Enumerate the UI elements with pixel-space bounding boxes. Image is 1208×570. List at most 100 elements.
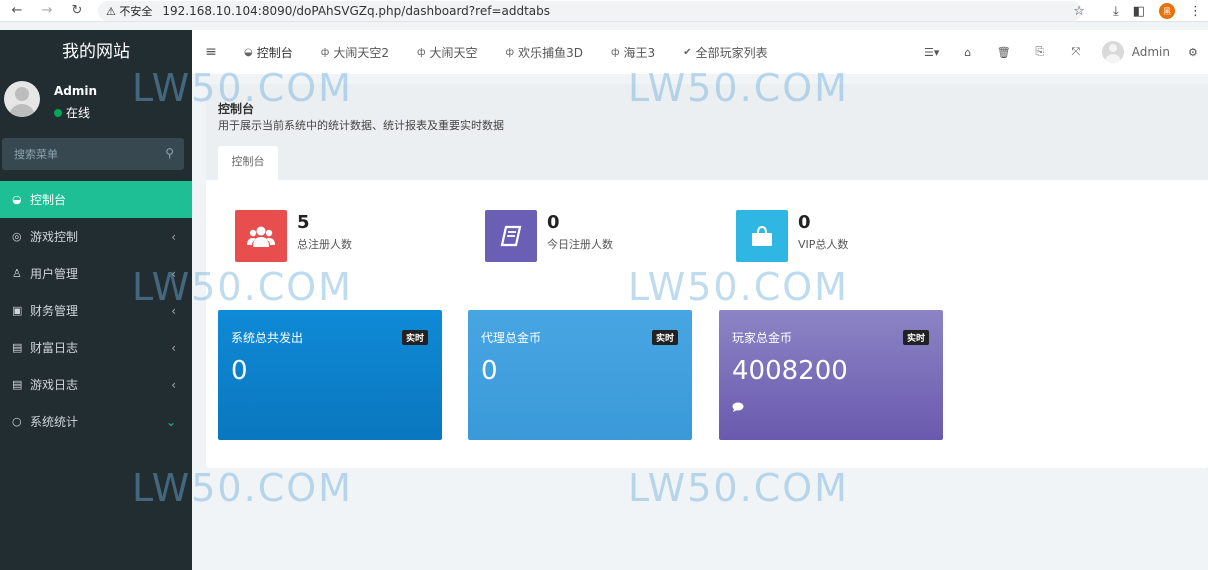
card-value: 0 (481, 356, 498, 386)
chevron-left-icon: ‹ (171, 377, 176, 392)
trash-icon[interactable]: 🗑 (986, 46, 1022, 59)
panel-tab-dashboard[interactable]: 控制台 (218, 146, 278, 180)
shopping-bag-icon (736, 210, 788, 262)
download-icon[interactable]: ⤓ (1113, 4, 1119, 19)
watermark: LW50.COM (628, 466, 849, 510)
card-player-coins: 玩家总金币 实时 4008200 (719, 310, 943, 440)
sidebar-item-game-log[interactable]: ▤ 游戏日志 ‹ (0, 366, 192, 403)
watermark: LW50.COM (132, 66, 353, 110)
tab-game-2[interactable]: ф 大闹天空 (403, 30, 492, 74)
tab-label: 海王3 (623, 45, 656, 60)
watermark: LW50.COM (132, 466, 353, 510)
sidebar-item-wealth-log[interactable]: ▤ 财富日志 ‹ (0, 329, 192, 366)
realtime-badge: 实时 (902, 330, 929, 345)
sidebar-item-label: 控制台 (30, 193, 67, 207)
dashboard-icon: ◒ (12, 193, 22, 206)
card-value: 0 (231, 356, 248, 386)
money-icon: ▣ (12, 304, 23, 317)
translate-icon[interactable]: ⎘ (1022, 45, 1058, 59)
fullscreen-icon[interactable]: ⤧ (1058, 45, 1094, 59)
search-icon[interactable]: ⚲ (165, 146, 174, 160)
stat-today-registered: 0 今日注册人数 (485, 210, 613, 262)
dashboard-panel: 5 总注册人数 0 今日注册人数 0 VIP总人数 系统总共发出 实时 0 代理… (206, 180, 1208, 468)
menu-toggle-icon[interactable]: ≡ (192, 44, 230, 60)
watermark: LW50.COM (628, 265, 849, 309)
stat-vip-total: 0 VIP总人数 (736, 210, 848, 262)
sidebar-item-label: 财富日志 (30, 341, 79, 355)
bookmark-star-icon[interactable]: ☆ (1073, 4, 1085, 19)
tab-label: 欢乐捕鱼3D (518, 45, 583, 60)
card-agent-coins: 代理总金币 实时 0 (468, 310, 692, 440)
chevron-left-icon: ‹ (171, 229, 176, 244)
realtime-badge: 实时 (651, 330, 678, 345)
stat-total-registered: 5 总注册人数 (235, 210, 352, 262)
stat-value: 5 (297, 212, 310, 233)
book-icon (485, 210, 537, 262)
gamepad-icon: ф (416, 46, 426, 58)
reload-icon[interactable]: ↻ (66, 0, 88, 22)
sidepanel-icon[interactable]: ◧ (1133, 4, 1145, 19)
card-title: 玩家总金币 (732, 331, 793, 345)
url-text[interactable]: 192.168.10.104:8090/doPAhSVGZq.php/dashb… (162, 4, 550, 18)
sidebar-item-label: 用户管理 (30, 267, 79, 281)
card-system-issued: 系统总共发出 实时 0 (218, 310, 442, 440)
watermark: LW50.COM (628, 66, 849, 110)
sidebar-item-label: 游戏控制 (30, 230, 79, 244)
tab-label: 大闹天空 (429, 45, 478, 60)
admin-avatar[interactable] (1101, 41, 1124, 63)
user-status: 在线 (54, 104, 90, 121)
sidebar-item-label: 游戏日志 (30, 378, 79, 392)
stat-value: 0 (547, 212, 560, 233)
card-title: 代理总金币 (481, 331, 542, 345)
profile-avatar[interactable]: 黑 (1159, 3, 1175, 19)
comment-icon (732, 402, 744, 415)
top-right-tools: ☰▾ ⌂ 🗑 ⎘ ⤧ Admin ⚙ (914, 30, 1208, 74)
chevron-down-icon: ⌄ (165, 414, 176, 429)
tab-label: 大闹天空2 (333, 45, 389, 60)
browser-toolbar: ← → ↻ ⚠ 不安全 192.168.10.104:8090/doPAhSVG… (0, 0, 1208, 22)
address-bar[interactable]: ⚠ 不安全 192.168.10.104:8090/doPAhSVGZq.php… (98, 1, 1082, 21)
gears-icon[interactable]: ⚙ (1188, 46, 1208, 59)
user-avatar (4, 81, 40, 117)
sidebar-item-label: 系统统计 (30, 415, 79, 429)
menu-search: ⚲ (2, 138, 184, 170)
menu-search-input[interactable] (2, 138, 152, 170)
realtime-badge: 实时 (401, 330, 428, 345)
sidebar-item-game-control[interactable]: ◎ 游戏控制 ‹ (0, 218, 192, 255)
sidebar-item-dashboard[interactable]: ◒ 控制台 (0, 181, 192, 218)
security-warning[interactable]: ⚠ 不安全 (106, 3, 152, 19)
sidebar-menu: ◒ 控制台 ◎ 游戏控制 ‹ ♙ 用户管理 ‹ ▣ 财务管理 ‹ ▤ 财富日志 … (0, 181, 192, 440)
user-icon: ♙ (12, 267, 22, 280)
security-label: 不安全 (119, 5, 153, 18)
home-icon[interactable]: ⌂ (950, 46, 986, 59)
gamepad-icon: ф (320, 46, 330, 58)
page-subtitle: 用于展示当前系统中的统计数据、统计报表及重要实时数据 (218, 119, 504, 132)
book-icon: ▤ (12, 378, 23, 391)
dashboard-icon: ◒ (244, 46, 253, 58)
book-icon: ▤ (12, 341, 23, 354)
list-dropdown-icon[interactable]: ☰▾ (914, 46, 950, 59)
watermark: LW50.COM (132, 265, 353, 309)
card-value: 4008200 (732, 356, 848, 386)
admin-name[interactable]: Admin (1132, 45, 1170, 59)
sidebar-item-label: 财务管理 (30, 304, 79, 318)
back-icon[interactable]: ← (6, 0, 28, 22)
stat-value: 0 (798, 212, 811, 233)
user-status-label: 在线 (66, 106, 91, 120)
tab-label: 控制台 (256, 45, 293, 60)
stat-label: 总注册人数 (297, 238, 352, 251)
forward-icon[interactable]: → (36, 0, 58, 22)
user-name: Admin (54, 84, 98, 98)
gamepad-icon: ◎ (12, 230, 22, 243)
circle-icon: ○ (12, 415, 22, 428)
gamepad-icon: ф (610, 46, 620, 58)
more-menu-icon[interactable]: ⋮ (1189, 4, 1202, 19)
sidebar-item-system-stats[interactable]: ○ 系统统计 ⌄ (0, 403, 192, 440)
card-title: 系统总共发出 (231, 331, 304, 345)
tab-label: 全部玩家列表 (695, 45, 768, 60)
check-icon: ✔ (683, 46, 692, 58)
tab-game-3[interactable]: ф 欢乐捕鱼3D (492, 30, 597, 74)
online-dot-icon (54, 108, 62, 117)
stat-label: 今日注册人数 (547, 238, 613, 251)
stat-label: VIP总人数 (798, 238, 849, 251)
